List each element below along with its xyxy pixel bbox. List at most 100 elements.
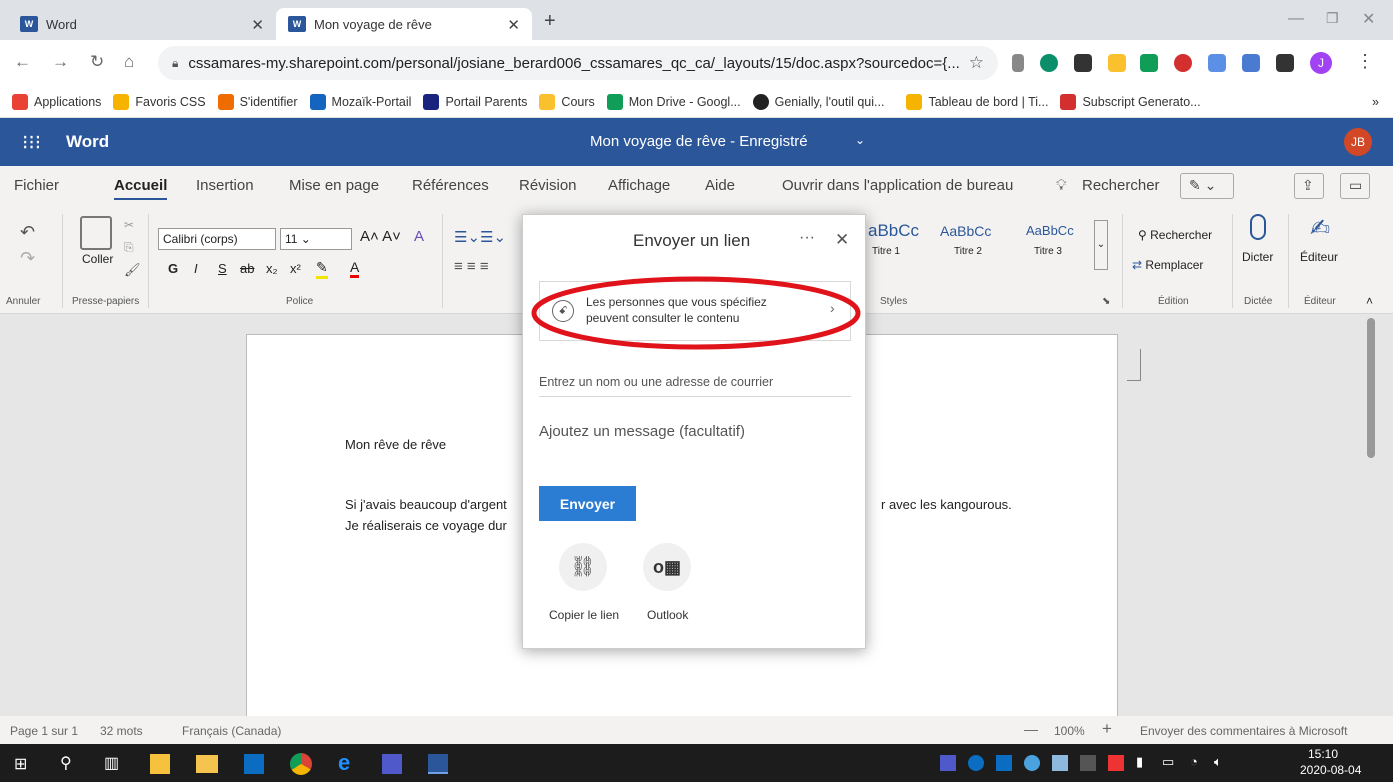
bookmark-subscript[interactable]: Subscript Generato... xyxy=(1060,93,1201,110)
paste-label[interactable]: Coller xyxy=(82,252,113,266)
reload-icon[interactable]: ↻ xyxy=(90,52,104,72)
sticky-notes-icon[interactable] xyxy=(150,754,170,774)
adblock-icon[interactable] xyxy=(1174,54,1192,72)
bookmark-genially[interactable]: Genially, l'outil qui... xyxy=(752,93,884,110)
tray-app-icon[interactable] xyxy=(1080,755,1096,771)
send-button[interactable]: Envoyer xyxy=(539,486,636,521)
word-taskbar-icon[interactable] xyxy=(428,754,448,774)
strikethrough-button[interactable]: ab xyxy=(240,261,254,276)
align-icon[interactable]: ≡ ≡ ≡ xyxy=(454,258,489,275)
forward-icon[interactable]: → xyxy=(52,52,69,72)
bookmark-tableau[interactable]: Tableau de bord | Ti... xyxy=(906,93,1048,110)
profile-avatar[interactable]: J xyxy=(1310,52,1332,74)
bold-button[interactable]: G xyxy=(168,261,178,276)
bullets-icon[interactable]: ☰⌄☰⌄ xyxy=(454,228,506,246)
tab-revision[interactable]: Révision xyxy=(519,177,577,194)
tab-references[interactable]: Références xyxy=(412,177,489,194)
editing-mode-button[interactable]: ✎ ⌄ xyxy=(1180,173,1234,199)
app-launcher-icon[interactable]: ⁝⁝⁝ xyxy=(22,130,41,155)
window-close-icon[interactable]: ✕ xyxy=(1362,9,1375,29)
undo-icon[interactable]: ↶ xyxy=(20,222,35,243)
subscript-button[interactable]: x₂ xyxy=(266,261,278,276)
editor-icon[interactable]: ✍︎ xyxy=(1310,214,1330,243)
tab-document[interactable]: W Mon voyage de rêve ✕ xyxy=(276,8,532,40)
share-icon[interactable]: ⇪ xyxy=(1294,173,1324,199)
drive-extension-icon[interactable] xyxy=(1140,54,1158,72)
windows-start-icon[interactable]: ⊞ xyxy=(14,754,27,774)
font-size-select[interactable]: 11 ⌄ xyxy=(280,228,352,250)
replace-button[interactable]: ⇄ Remplacer xyxy=(1132,258,1203,272)
minimize-icon[interactable]: — xyxy=(1288,10,1304,28)
star-icon[interactable]: ☆ xyxy=(969,53,984,73)
ribbon-search[interactable]: Rechercher xyxy=(1082,177,1160,194)
extension-icon[interactable] xyxy=(1108,54,1126,72)
clear-format-icon[interactable]: A xyxy=(414,228,424,245)
zoom-out-button[interactable]: — xyxy=(1024,721,1038,737)
close-icon[interactable]: ✕ xyxy=(835,230,849,250)
recipient-input[interactable]: Entrez un nom ou une adresse de courrier xyxy=(539,369,851,397)
styles-more[interactable]: ⌄ xyxy=(1094,220,1108,270)
outlook-icon[interactable]: o▦ xyxy=(643,543,691,591)
search-icon[interactable]: ⚲ xyxy=(60,753,72,773)
tray-app-icon[interactable] xyxy=(1024,755,1040,771)
tab-aide[interactable]: Aide xyxy=(705,177,735,194)
font-color-icon[interactable]: A xyxy=(350,259,360,278)
new-tab-button[interactable]: + xyxy=(544,10,556,33)
link-icon[interactable]: ⛓︎ xyxy=(559,543,607,591)
bookmark-portail-parents[interactable]: Portail Parents xyxy=(423,93,527,110)
dialog-launcher-icon[interactable]: ⬊ xyxy=(1102,296,1110,307)
bookmark-cours[interactable]: Cours xyxy=(539,93,595,110)
teams-icon[interactable] xyxy=(382,754,402,774)
tray-app-icon[interactable]: ▮ xyxy=(1136,754,1143,770)
tab-fichier[interactable]: Fichier xyxy=(14,177,59,194)
style-sample-2[interactable]: AaBbCc xyxy=(940,223,991,239)
clock-time[interactable]: 15:10 xyxy=(1308,747,1338,761)
message-input[interactable]: Ajoutez un message (facultatif) xyxy=(539,423,851,459)
chrome-icon[interactable] xyxy=(290,753,312,775)
close-icon[interactable]: ✕ xyxy=(507,16,520,34)
tray-outlook-icon[interactable] xyxy=(996,755,1012,771)
puzzle-icon[interactable] xyxy=(1276,54,1294,72)
style-sample-3[interactable]: AaBbCc xyxy=(1026,223,1074,238)
cut-icon[interactable]: ✂ xyxy=(124,218,134,232)
app-name[interactable]: Word xyxy=(66,132,109,152)
avatar[interactable]: JB xyxy=(1344,128,1372,156)
tray-app-icon[interactable] xyxy=(1108,755,1124,771)
translate-icon[interactable] xyxy=(1208,54,1226,72)
tab-word[interactable]: W Word ✕ xyxy=(8,8,276,40)
style-sample-1[interactable]: aBbCc xyxy=(868,221,919,241)
tab-open-desktop[interactable]: Ouvrir dans l'application de bureau xyxy=(782,177,1013,194)
edge-icon[interactable]: e xyxy=(338,750,350,776)
url-bar[interactable]: 🔒︎ cssamares-my.sharepoint.com/personal/… xyxy=(158,46,998,80)
chevron-down-icon[interactable]: ⌄ xyxy=(855,133,865,147)
feedback-link[interactable]: Envoyer des commentaires à Microsoft xyxy=(1140,724,1347,738)
language[interactable]: Français (Canada) xyxy=(182,724,281,738)
collapse-ribbon-icon[interactable]: ˄ xyxy=(1366,294,1373,308)
home-icon[interactable]: ⌂ xyxy=(124,52,134,72)
find-button[interactable]: ⚲ Rechercher xyxy=(1138,228,1212,242)
tab-accueil[interactable]: Accueil xyxy=(114,177,168,200)
bookmark-mozaik[interactable]: Mozaïk-Portail xyxy=(309,93,411,110)
scrollbar[interactable] xyxy=(1367,318,1375,458)
highlight-icon[interactable]: ✎ xyxy=(316,259,328,279)
bookmark-identifier[interactable]: S'identifier xyxy=(217,93,298,110)
dictate-button[interactable]: Dicter xyxy=(1242,250,1273,264)
superscript-button[interactable]: x² xyxy=(290,261,301,276)
restore-icon[interactable]: ❐ xyxy=(1326,10,1339,27)
extension-icon[interactable] xyxy=(1040,54,1058,72)
grid-extension-icon[interactable] xyxy=(1074,54,1092,72)
onedrive-icon[interactable] xyxy=(968,755,984,771)
back-icon[interactable]: ← xyxy=(14,52,31,72)
document-title[interactable]: Mon voyage de rêve - Enregistré xyxy=(590,133,808,150)
file-explorer-icon[interactable] xyxy=(196,755,218,773)
extension-icon[interactable] xyxy=(1012,54,1024,72)
paste-icon[interactable] xyxy=(80,216,112,250)
clock-date[interactable]: 2020-08-04 xyxy=(1300,763,1361,777)
task-view-icon[interactable]: ▥ xyxy=(104,753,119,773)
tray-app-icon[interactable] xyxy=(1052,755,1068,771)
comments-icon[interactable]: ▭ xyxy=(1340,173,1370,199)
outlook-taskbar-icon[interactable] xyxy=(244,754,264,774)
bookmark-drive[interactable]: Mon Drive - Googl... xyxy=(606,93,741,110)
redo-icon[interactable]: ↷ xyxy=(20,248,35,269)
bookmarks-more[interactable]: » xyxy=(1372,95,1379,109)
